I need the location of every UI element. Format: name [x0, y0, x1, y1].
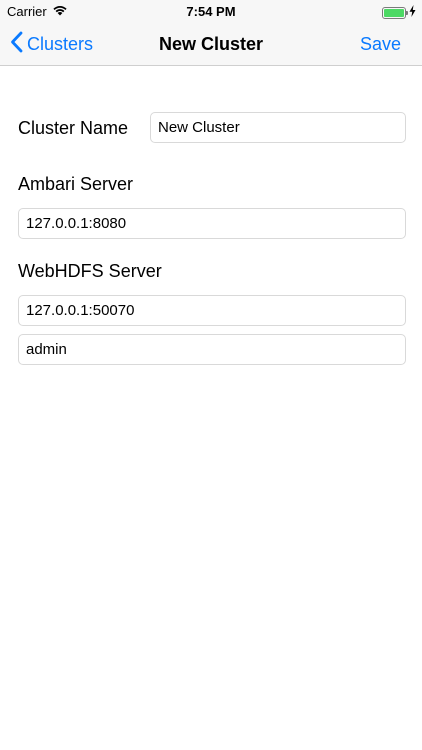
webhdfs-server-label: WebHDFS Server: [18, 261, 162, 281]
battery-indicator: [382, 5, 416, 20]
save-button[interactable]: Save: [360, 22, 401, 66]
cluster-name-label: Cluster Name: [18, 118, 129, 138]
navigation-bar: Clusters New Cluster Save: [0, 22, 422, 66]
status-bar: Carrier 7:54 PM: [0, 0, 422, 22]
charging-icon: [409, 5, 416, 20]
status-time: 7:54 PM: [186, 4, 236, 19]
username-field[interactable]: [18, 334, 406, 365]
ambari-server-label: Ambari Server: [18, 174, 134, 194]
battery-fill: [384, 8, 404, 17]
webhdfs-server-field[interactable]: [18, 295, 406, 326]
battery-icon: [382, 6, 408, 19]
page-title: New Cluster: [158, 34, 264, 54]
cluster-name-field[interactable]: [150, 112, 406, 143]
ambari-server-field[interactable]: [18, 208, 406, 239]
